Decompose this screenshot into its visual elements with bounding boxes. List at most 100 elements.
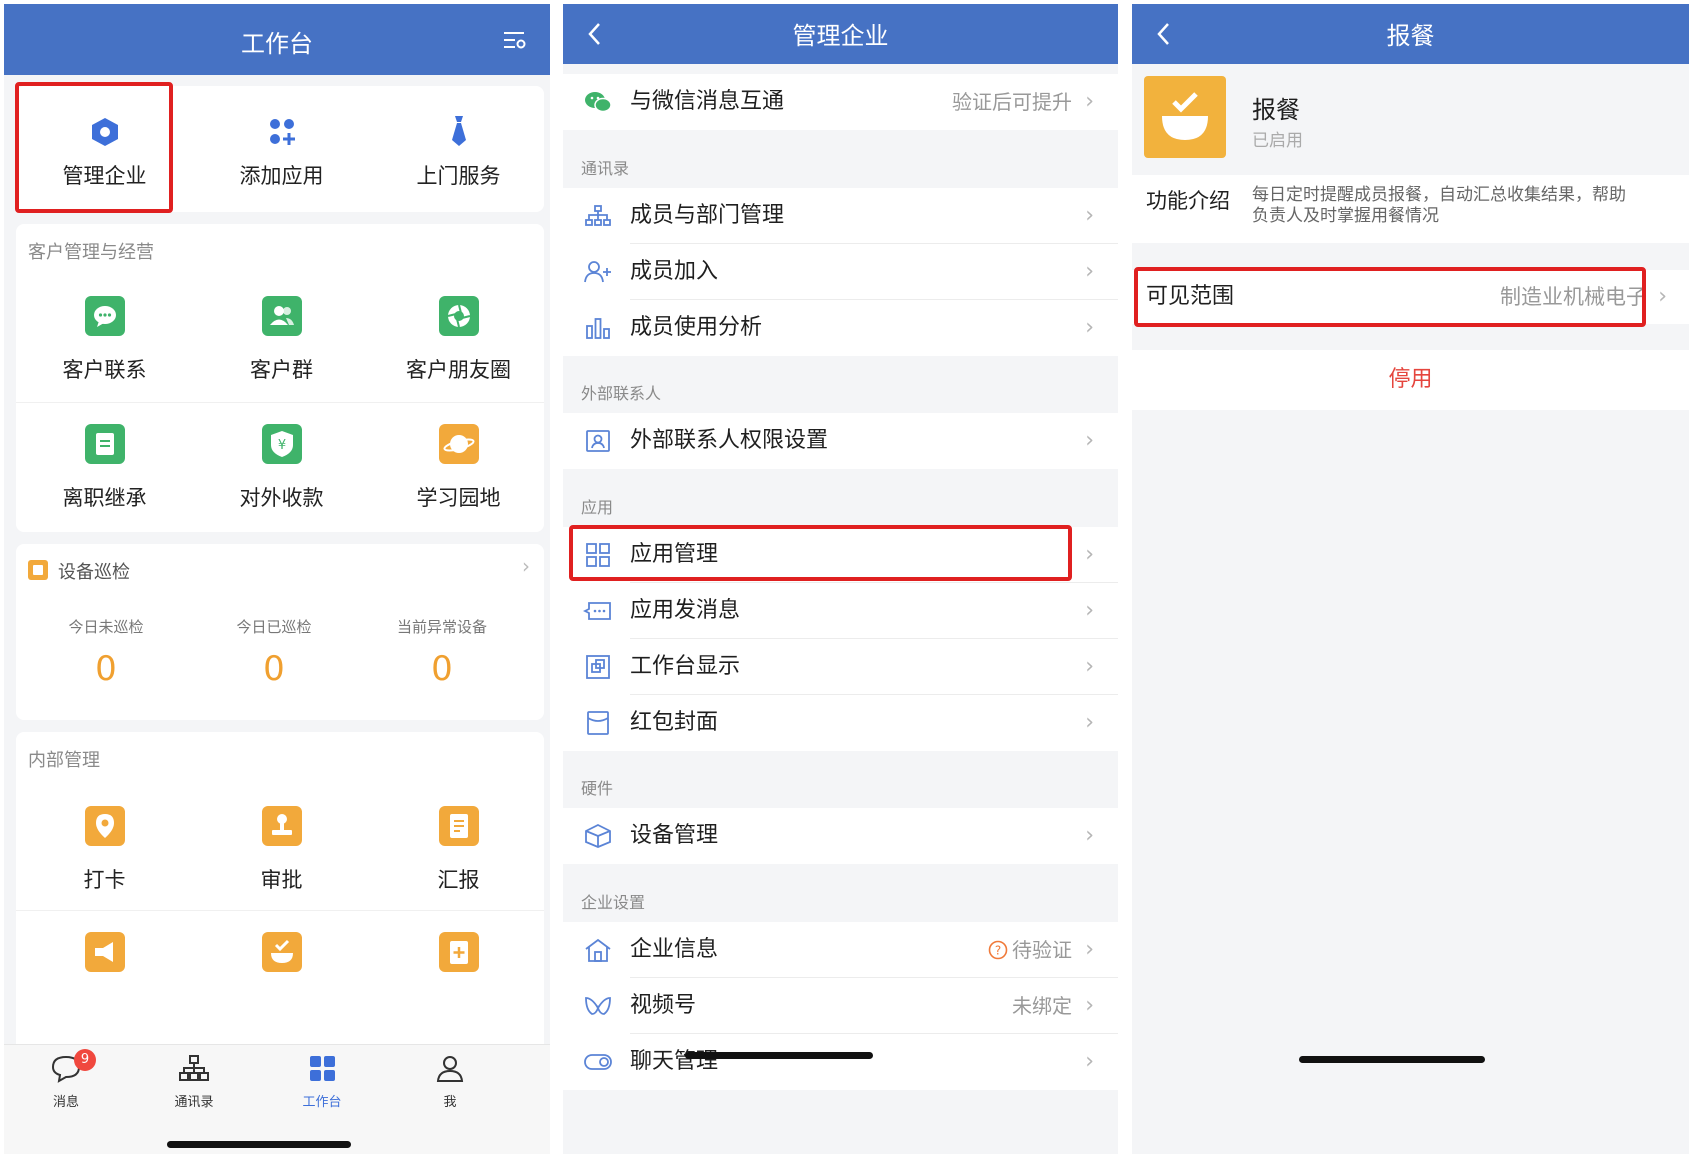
approval-item[interactable]: 审批 — [193, 782, 370, 910]
tab-contacts[interactable]: 通讯录 — [154, 1053, 234, 1110]
row-value: 未绑定 — [1012, 994, 1072, 1018]
row-label: 成员加入 — [630, 259, 719, 284]
item-label: 客户朋友圈 — [406, 358, 511, 382]
row-label: 成员与部门管理 — [630, 203, 785, 228]
device-management-row[interactable]: 设备管理 › — [563, 808, 1118, 864]
intro-line: 负责人及时掌握用餐情况 — [1252, 206, 1439, 226]
location-pin-icon — [84, 806, 125, 846]
unread-badge: 9 — [74, 1049, 96, 1071]
workbench-screen: 工作台 管理企业 添加应用 上门服务 客户管理与经营 客户联系 客户群 客户朋友… — [4, 4, 550, 1154]
announcement-item[interactable] — [16, 910, 193, 1038]
report-item[interactable]: 汇报 — [370, 782, 547, 910]
app-info-block: 报餐 已启用 — [1132, 64, 1689, 175]
resignation-inherit-item[interactable]: 离职继承 — [16, 402, 193, 530]
app-message-row[interactable]: 应用发消息 › — [563, 583, 1118, 639]
app-status: 已启用 — [1252, 131, 1303, 151]
row-value: ? 待验证 — [988, 922, 1072, 978]
item-label: 审批 — [260, 868, 303, 892]
clipboard-item[interactable] — [370, 910, 547, 1038]
item-label: 学习园地 — [416, 486, 501, 510]
row-value: 验证后可提升 — [952, 90, 1072, 114]
question-icon: ? — [988, 940, 1008, 960]
org-chart-icon — [179, 1055, 209, 1081]
back-chevron-icon[interactable] — [1148, 4, 1178, 64]
video-channel-row[interactable]: 视频号 未绑定 › — [563, 978, 1118, 1034]
tab-me[interactable]: 我 — [410, 1053, 490, 1110]
tab-label: 我 — [443, 1095, 457, 1110]
person-icon — [436, 1056, 464, 1082]
external-permission-row[interactable]: 外部联系人权限设置 › — [563, 413, 1118, 469]
customer-contact-item[interactable]: 客户联系 — [16, 274, 193, 402]
row-label: 设备管理 — [630, 823, 719, 848]
highlight-box — [1134, 267, 1646, 327]
workbench-display-row[interactable]: 工作台显示 › — [563, 639, 1118, 695]
item-label: 离职继承 — [62, 486, 147, 510]
add-app-item[interactable]: 添加应用 — [193, 86, 370, 212]
chevron-right-icon: › — [1085, 542, 1094, 567]
highlight-box — [15, 82, 173, 213]
row-label: 外部联系人权限设置 — [630, 428, 829, 453]
chevron-right-icon: › — [1085, 710, 1094, 735]
stat-abnormal: 当前异常设备 0 — [358, 616, 526, 689]
group-title: 硬件 — [581, 779, 614, 798]
report-icon — [438, 806, 479, 846]
chevron-right-icon: › — [1085, 315, 1094, 340]
filter-settings-icon[interactable] — [498, 4, 532, 75]
row-label: 聊天管理 — [630, 1049, 719, 1074]
megaphone-icon — [84, 932, 125, 972]
page-title: 工作台 — [241, 30, 313, 58]
chevron-right-icon: › — [1658, 284, 1667, 309]
tab-messages[interactable]: 9 消息 — [26, 1049, 106, 1110]
meal-report-screen: 报餐 报餐 已启用 功能介绍 每日定时提醒成员报餐，自动汇总收集结果，帮助 负责… — [1132, 4, 1689, 1154]
learning-garden-item[interactable]: 学习园地 — [370, 402, 547, 530]
chat-management-row[interactable]: 聊天管理 › — [563, 1034, 1118, 1090]
chat-bubble-icon — [84, 296, 125, 336]
bowl-icon — [261, 932, 302, 972]
chevron-right-icon: › — [522, 554, 530, 578]
customer-group-item[interactable]: 客户群 — [193, 274, 370, 402]
tab-label: 消息 — [52, 1095, 79, 1110]
enterprise-info-row[interactable]: 企业信息 ? 待验证 › — [563, 922, 1118, 978]
clock-in-item[interactable]: 打卡 — [16, 782, 193, 910]
chevron-right-icon: › — [1085, 428, 1094, 453]
item-label: 对外收款 — [239, 486, 324, 510]
manage-header: 管理企业 — [563, 4, 1118, 64]
manage-enterprise-screen: 管理企业 与微信消息互通 验证后可提升 › 通讯录 成员与部门管理 › 成员加入… — [563, 4, 1118, 1154]
stat-value: 0 — [95, 649, 117, 689]
group-icon — [261, 296, 302, 336]
highlight-box — [569, 525, 1072, 581]
stat-inspected: 今日已巡检 0 — [190, 616, 358, 689]
chevron-right-icon: › — [1085, 654, 1094, 679]
page-title: 报餐 — [1386, 22, 1435, 50]
row-label: 应用发消息 — [630, 598, 741, 623]
group-title: 应用 — [581, 498, 614, 517]
red-packet-cover-row[interactable]: 红包封面 › — [563, 695, 1118, 751]
workbench-header: 工作台 — [4, 4, 550, 75]
wechat-interop-row[interactable]: 与微信消息互通 验证后可提升 › — [563, 74, 1118, 130]
disable-button[interactable]: 停用 — [1132, 350, 1689, 410]
external-payment-item[interactable]: ¥ 对外收款 — [193, 402, 370, 530]
chevron-right-icon: › — [1085, 993, 1094, 1018]
member-join-row[interactable]: 成员加入 › — [563, 244, 1118, 300]
usage-analysis-row[interactable]: 成员使用分析 › — [563, 300, 1118, 356]
tab-label: 通讯录 — [174, 1095, 214, 1110]
page-title: 管理企业 — [792, 22, 889, 50]
customer-moments-item[interactable]: 客户朋友圈 — [370, 274, 547, 402]
bottom-tab-bar: 9 消息 通讯录 工作台 我 — [4, 1044, 550, 1154]
chevron-right-icon: › — [1085, 598, 1094, 623]
tab-workbench[interactable]: 工作台 — [282, 1053, 362, 1110]
window-icon — [583, 652, 613, 682]
svg-text:?: ? — [995, 944, 1001, 958]
section-title: 内部管理 — [28, 750, 100, 771]
member-dept-row[interactable]: 成员与部门管理 › — [563, 188, 1118, 244]
contact-card-icon — [583, 426, 613, 456]
inspection-title: 设备巡检 — [58, 562, 130, 583]
chevron-right-icon: › — [1085, 1049, 1094, 1074]
internal-section-card: 内部管理 打卡 审批 汇报 — [16, 732, 544, 1052]
onsite-service-item[interactable]: 上门服务 — [370, 86, 547, 212]
meal-report-item[interactable] — [193, 910, 370, 1038]
inspection-card[interactable]: 设备巡检 › 今日未巡检 0 今日已巡检 0 当前异常设备 0 — [16, 544, 544, 720]
stat-label: 今日未巡检 — [68, 618, 144, 636]
inspection-icon — [28, 560, 48, 580]
back-chevron-icon[interactable] — [579, 4, 609, 64]
